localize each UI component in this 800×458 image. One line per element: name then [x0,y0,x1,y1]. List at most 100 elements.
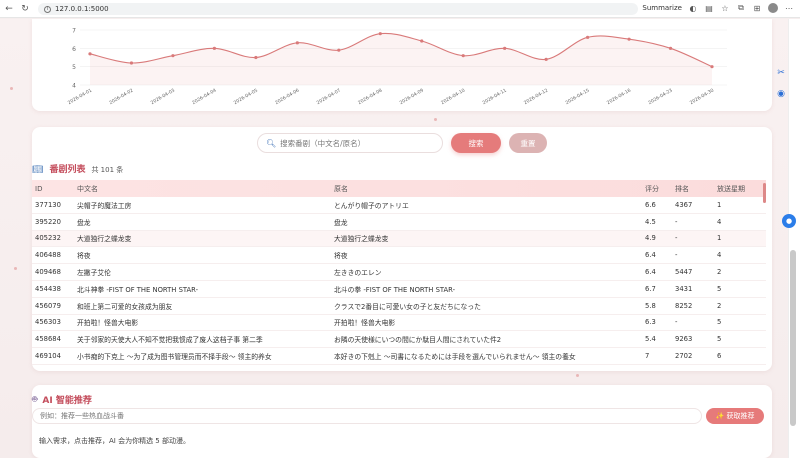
cell-original-name: 大道独行之蝶龙变 [334,235,389,244]
cell-score: 6.7 [645,284,656,293]
data-point [212,46,216,50]
reader-icon[interactable]: ▤ [704,3,714,13]
x-tick-label: 2026-04-03 [150,88,176,107]
y-tick-label: 6 [72,46,76,53]
search-bar: 🔍︎ 搜索番剧（中文名/原名） 搜索 重置 [257,133,547,153]
col-id[interactable]: ID [32,185,74,193]
cell-id: 377130 [35,200,61,209]
data-point [668,46,673,50]
cell-id: 454438 [35,284,61,293]
cell-original-name: 开拍啦！怪兽大电影 [334,319,396,328]
extensions-icon[interactable]: ⧉ [736,3,746,13]
data-point [503,46,507,50]
table-row[interactable]: 377130 尖帽子的魔法工房 とんがり帽子のアトリエ 6.6 4367 1 [32,197,766,214]
col-score[interactable]: 评分 [645,184,675,194]
profile-avatar[interactable] [768,3,778,13]
url-text: 127.0.0.1:5000 [55,5,109,13]
tools-icon[interactable]: ✂ [775,67,787,79]
summarize-button[interactable]: Summarize [642,4,682,12]
search-button[interactable]: 搜索 [451,133,501,153]
cell-score: 6.4 [645,251,656,260]
cell-original-name: 本好きの下剋上 ～司書になるためには手段を選んでいられません～ 領主の養女 [334,353,576,362]
x-tick-label: 2026-04-15 [564,88,590,107]
cell-id: 406488 [35,251,61,260]
page-content: 4 5 6 7 2026-04-01 2026-04-02 2026-04-03 2026-0… [0,19,788,458]
window-scrollbar-thumb[interactable] [790,250,796,426]
anime-table: ID 中文名 原名 评分 排名 放送星期 377130 尖帽子的魔法工房 とんがり帽… [32,180,766,365]
cell-id: 405232 [35,234,61,243]
copilot-icon[interactable]: ◉ [775,88,787,100]
cell-chinese-name: 将夜 [77,252,91,261]
table-row[interactable]: 395220 盘龙 盘龙 4.5 - 4 [32,214,766,231]
cell-original-name: 盘龙 [334,218,348,227]
cell-weekday: 4 [717,251,722,260]
data-point [337,48,341,52]
cell-chinese-name: 关于邻家的天使大人不知不觉把我惯成了废人这档子事 第二季 [77,336,263,345]
ai-header: 🤖︎ AI 智能推荐 [32,393,92,406]
data-point [295,41,299,45]
cell-id: 458684 [35,335,61,344]
cell-original-name: 北斗の拳 -FIST OF THE NORTH STAR- [334,285,456,294]
cell-chinese-name: 左撇子艾伦 [77,269,111,278]
back-icon[interactable]: ← [2,2,16,16]
cell-weekday: 1 [717,234,722,243]
col-rank[interactable]: 排名 [675,184,717,194]
x-tick-label: 2026-04-10 [440,88,466,107]
get-recommendation-button[interactable]: ✨ 获取推荐 [706,408,764,424]
reload-icon[interactable]: ↻ [18,2,32,16]
cell-weekday: 1 [717,200,722,209]
cell-original-name: とんがり帽子のアトリエ [334,201,409,210]
list-title: 番剧列表 [49,165,86,175]
ai-request-input[interactable]: 例如：推荐一些热血战斗番 [32,408,702,424]
data-point [171,54,175,58]
table-row[interactable]: 406488 将夜 将夜 6.4 - 4 [32,247,766,265]
cell-rank: 4367 [675,200,693,209]
decor-petal [10,87,13,90]
data-point [710,65,714,69]
list-count: 共 101 条 [91,166,124,174]
reset-button[interactable]: 重置 [509,133,547,153]
menu-icon[interactable]: ⋯ [784,3,794,13]
cell-rank: 8252 [675,301,693,310]
table-row[interactable]: 454438 北斗神拳 -FIST OF THE NORTH STAR- 北斗の拳 … [32,281,766,298]
table-scrollbar[interactable] [763,183,766,203]
favorite-star-icon[interactable]: ☆ [720,3,730,13]
cell-weekday: 2 [717,301,722,310]
x-tick-label: 2026-04-04 [191,88,217,107]
col-weekday[interactable]: 放送星期 [717,184,762,194]
cell-original-name: 左ききのエレン [334,269,382,278]
chat-bubble-icon[interactable]: ● [782,214,796,228]
cell-chinese-name: 盘龙 [77,218,91,227]
anime-list-card: 🔍︎ 搜索番剧（中文名/原名） 搜索 重置 📖︎ 番剧列表 共 101 条 ID… [32,127,772,371]
y-tick-label: 4 [72,83,76,90]
collections-icon[interactable]: ⊞ [752,3,762,13]
site-info-icon[interactable]: i [44,5,51,13]
summarize-icon[interactable]: ◐ [688,3,698,13]
table-row[interactable]: 409468 左撇子艾伦 左ききのエレン 6.4 5447 2 [32,264,766,281]
table-row[interactable]: 469104 小书痴的下克上 ～为了成为图书管理员而不择手段～ 领主的养女 本好きの… [32,348,766,365]
cell-chinese-name: 开拍啦！怪兽大电影 [77,319,139,328]
x-tick-label: 2026-04-16 [606,88,632,107]
cell-weekday: 5 [717,335,722,344]
cell-score: 7 [645,352,650,361]
cell-score: 5.8 [645,301,656,310]
series-area [90,33,712,85]
table-row[interactable]: 456303 开拍啦！怪兽大电影 开拍啦！怪兽大电影 6.3 - 5 [32,315,766,332]
cell-weekday: 5 [717,284,722,293]
table-row[interactable]: 405232 大道独行之蝶龙变 大道独行之蝶龙变 4.9 - 1 [32,230,766,248]
browser-actions: Summarize ◐ ▤ ☆ ⧉ ⊞ ⋯ [642,3,794,13]
table-row[interactable]: 456079 和班上第二可爱的女孩成为朋友 クラスで2番目に可愛い女の子と友だちにな… [32,298,766,315]
cell-id: 395220 [35,217,61,226]
y-tick-label: 7 [72,28,76,35]
cell-original-name: 将夜 [334,252,348,261]
x-tick-label: 2026-04-08 [357,88,383,107]
cell-chinese-name: 大道独行之蝶龙变 [77,235,132,244]
search-input[interactable]: 🔍︎ 搜索番剧（中文名/原名） [257,133,443,153]
cell-chinese-name: 尖帽子的魔法工房 [77,201,132,210]
col-chinese-name[interactable]: 中文名 [74,184,331,194]
col-original-name[interactable]: 原名 [331,184,645,194]
cell-score: 4.9 [645,234,656,243]
table-row[interactable]: 458684 关于邻家的天使大人不知不觉把我惯成了废人这档子事 第二季 お隣の天使様… [32,331,766,349]
address-bar[interactable]: i 127.0.0.1:5000 [38,3,638,15]
robot-icon: 🤖︎ [32,395,38,405]
